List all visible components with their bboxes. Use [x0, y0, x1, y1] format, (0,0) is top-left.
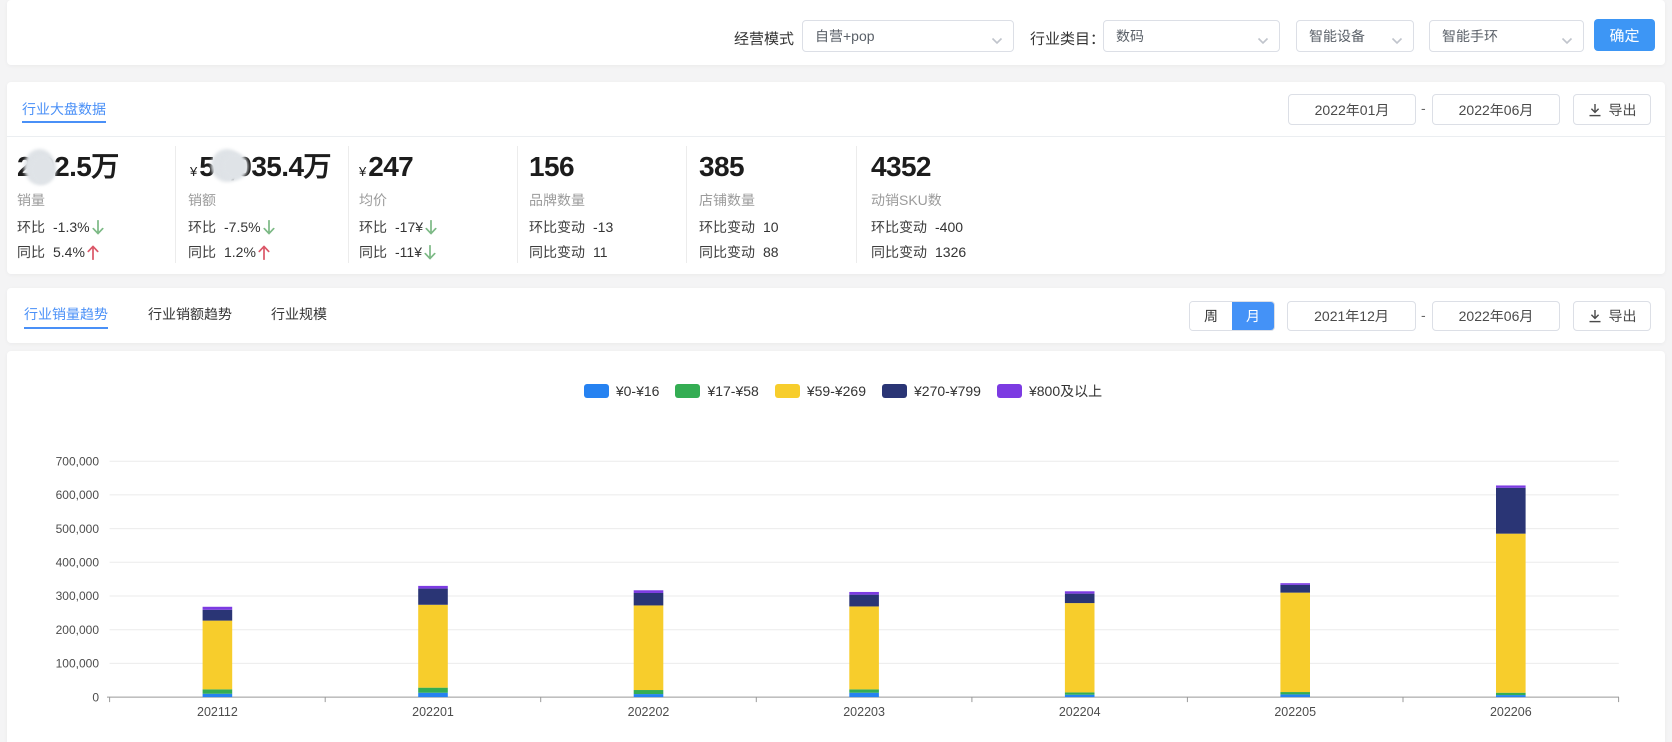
- svg-text:202204: 202204: [1059, 705, 1101, 719]
- svg-text:202112: 202112: [197, 705, 238, 719]
- svg-text:202205: 202205: [1274, 705, 1316, 719]
- svg-text:100,000: 100,000: [56, 657, 100, 671]
- svg-text:202203: 202203: [843, 705, 885, 719]
- svg-text:0: 0: [92, 690, 99, 704]
- svg-text:202201: 202201: [412, 705, 454, 719]
- svg-text:700,000: 700,000: [56, 454, 100, 468]
- svg-text:202206: 202206: [1490, 705, 1532, 719]
- svg-text:300,000: 300,000: [56, 589, 100, 603]
- svg-text:600,000: 600,000: [56, 488, 100, 502]
- svg-text:500,000: 500,000: [56, 522, 100, 536]
- svg-text:400,000: 400,000: [56, 556, 100, 570]
- svg-text:200,000: 200,000: [56, 623, 100, 637]
- svg-text:202202: 202202: [628, 705, 670, 719]
